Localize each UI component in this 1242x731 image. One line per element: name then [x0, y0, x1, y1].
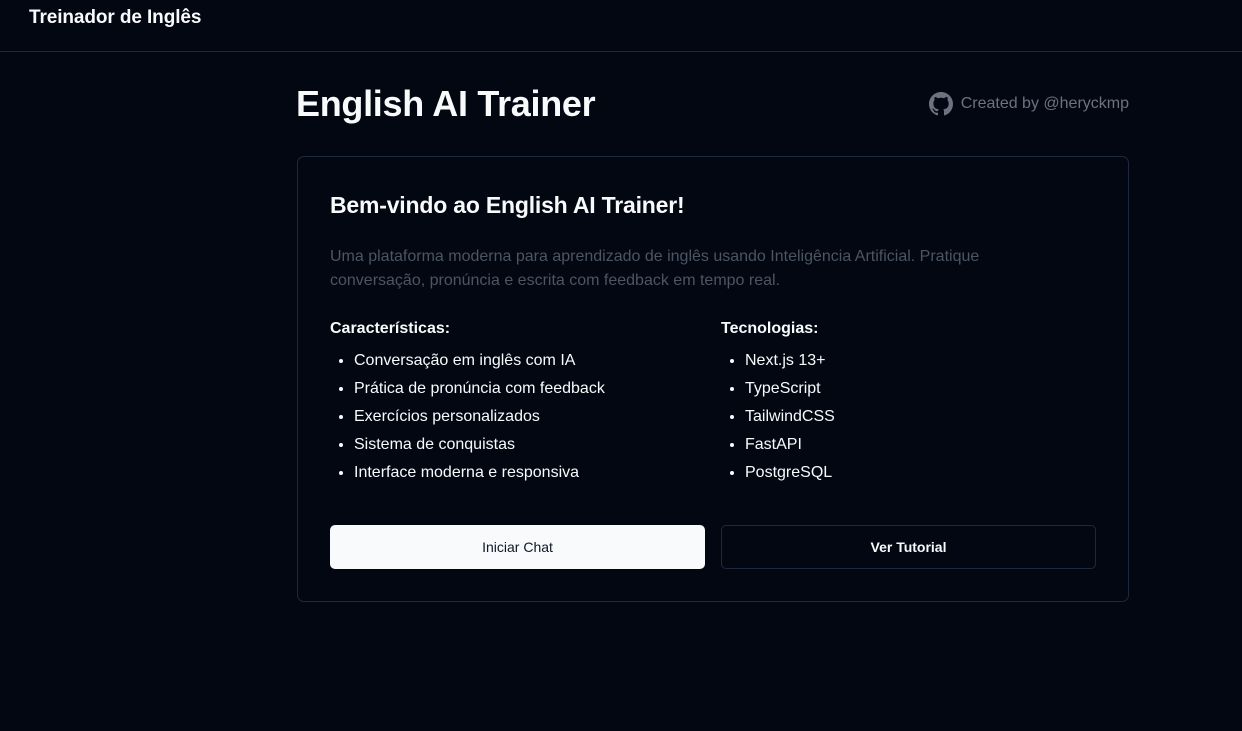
technology-item: TailwindCSS: [745, 403, 835, 431]
feature-item: Interface moderna e responsiva: [354, 459, 605, 487]
technology-item: FastAPI: [745, 431, 835, 459]
technologies-section: Tecnologias: Next.js 13+ TypeScript Tail…: [721, 319, 835, 487]
github-icon: [928, 92, 953, 116]
technologies-list: Next.js 13+ TypeScript TailwindCSS FastA…: [721, 347, 835, 487]
creator-text: Created by @heryckmp: [960, 95, 1129, 112]
technologies-title: Tecnologias:: [721, 320, 819, 337]
technology-item: PostgreSQL: [745, 459, 835, 487]
card-title: Bem-vindo ao English AI Trainer!: [330, 192, 685, 218]
creator-link[interactable]: Created by @heryckmp: [928, 92, 1129, 116]
features-section: Características: Conversação em inglês c…: [330, 319, 605, 487]
start-chat-button[interactable]: Iniciar Chat: [330, 525, 705, 569]
feature-item: Conversação em inglês com IA: [354, 347, 605, 375]
features-title: Características:: [330, 320, 451, 337]
technology-item: Next.js 13+: [745, 347, 835, 375]
technology-item: TypeScript: [745, 375, 835, 403]
view-tutorial-button[interactable]: Ver Tutorial: [721, 525, 1096, 569]
welcome-card: Bem-vindo ao English AI Trainer! Uma pla…: [297, 156, 1129, 602]
feature-item: Sistema de conquistas: [354, 431, 605, 459]
feature-item: Prática de pronúncia com feedback: [354, 375, 605, 403]
page-title: English AI Trainer: [296, 83, 596, 124]
top-navbar: Treinador de Inglês: [0, 0, 1242, 52]
card-description: Uma plataforma moderna para aprendizado …: [330, 248, 980, 289]
feature-item: Exercícios personalizados: [354, 403, 605, 431]
features-list: Conversação em inglês com IA Prática de …: [330, 347, 605, 487]
app-brand[interactable]: Treinador de Inglês: [29, 7, 201, 29]
